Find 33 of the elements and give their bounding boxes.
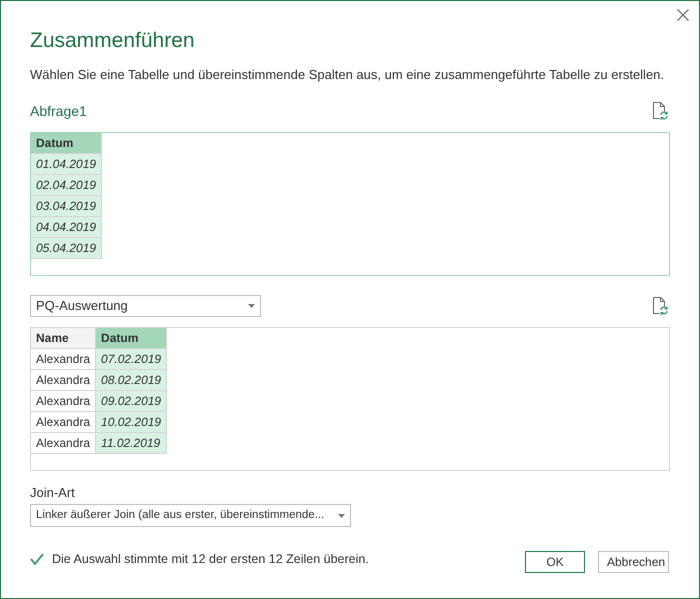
table-cell: 05.04.2019	[31, 237, 102, 258]
table-cell: 09.02.2019	[96, 390, 167, 411]
column-header[interactable]: Name	[31, 328, 96, 348]
cancel-button[interactable]: Abbrechen	[598, 551, 669, 573]
table-cell: 08.02.2019	[96, 369, 167, 390]
join-type-label: Join-Art	[30, 485, 76, 501]
table-cell: Alexandra	[31, 411, 96, 432]
column-header[interactable]: Datum	[31, 133, 102, 153]
close-button[interactable]	[675, 7, 691, 23]
caret-icon	[248, 304, 255, 308]
close-icon	[677, 9, 689, 21]
refresh-document-icon[interactable]	[652, 297, 668, 315]
table-cell: 11.02.2019	[96, 432, 167, 453]
match-status-text: Die Auswahl stimmte mit 12 der ersten 12 Zeilen überein.	[52, 551, 369, 568]
table-cell: Alexandra	[31, 369, 96, 390]
table-cell: Alexandra	[31, 348, 96, 369]
ok-button[interactable]: OK	[525, 551, 585, 573]
table-cell: 01.04.2019	[31, 153, 102, 174]
join-type-dropdown[interactable]: Linker äußerer Join (alle aus erster, übereinstimmende...	[30, 504, 351, 527]
table-cell: 07.02.2019	[96, 348, 167, 369]
dialog-description: Wählen Sie eine Tabelle und übereinstimmende Spalten aus, um eine zusammengeführte Tabelle zu erstellen.	[30, 66, 664, 84]
caret-icon	[338, 514, 345, 518]
table-cell: 10.02.2019	[96, 411, 167, 432]
dialog-title: Zusammenführen	[30, 28, 196, 54]
table-cell: 03.04.2019	[31, 195, 102, 216]
table-cell: Alexandra	[31, 390, 96, 411]
query-name: Abfrage1	[30, 102, 87, 121]
refresh-document-icon[interactable]	[652, 102, 668, 120]
table-cell: Alexandra	[31, 432, 96, 453]
column-header[interactable]: Datum	[96, 328, 167, 348]
table-cell: 02.04.2019	[31, 174, 102, 195]
table-dropdown[interactable]: PQ-Auswertung	[30, 295, 261, 317]
table-cell: 04.04.2019	[31, 216, 102, 237]
